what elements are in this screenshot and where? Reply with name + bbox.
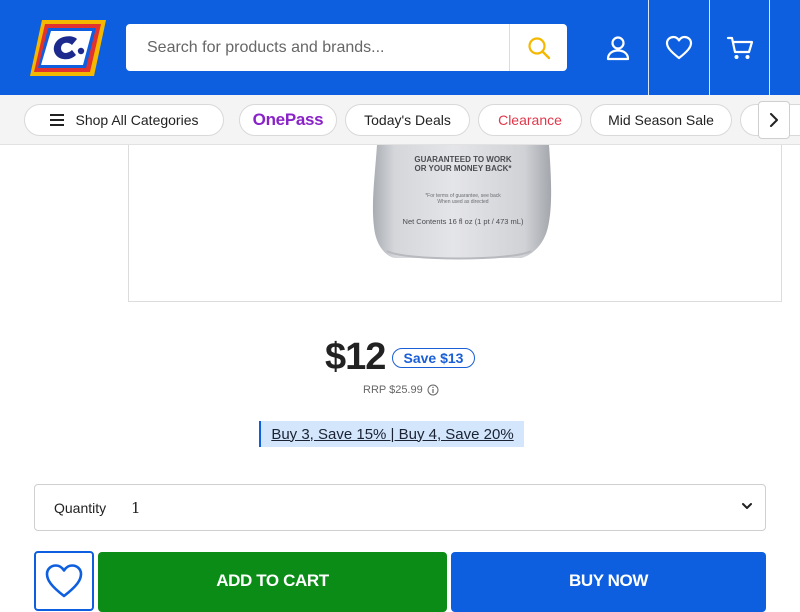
product-price: $12 <box>325 336 386 378</box>
save-badge: Save $13 <box>392 348 475 368</box>
cart-button[interactable] <box>710 0 769 95</box>
bottle-guarantee-1: GUARANTEED TO WORK <box>414 155 511 164</box>
nav-pill-mid-season-sale[interactable]: Mid Season Sale <box>590 104 732 136</box>
header-divider <box>769 0 770 95</box>
mid-season-sale-label: Mid Season Sale <box>608 112 714 128</box>
product-image: GUARANTEED TO WORK OR YOUR MONEY BACK* *… <box>372 145 552 260</box>
nav-next-button[interactable] <box>758 101 790 139</box>
search-button[interactable] <box>509 24 567 71</box>
shop-all-categories-button[interactable]: Shop All Categories <box>24 104 224 136</box>
heart-icon <box>665 35 693 59</box>
catch-logo-icon[interactable] <box>28 16 110 80</box>
category-nav: Shop All Categories OnePass Today's Deal… <box>0 95 800 145</box>
account-button[interactable] <box>588 0 648 95</box>
bottle-fine-2: When used as directed <box>437 199 488 205</box>
quantity-value: 1 <box>131 499 141 517</box>
buy-now-button[interactable]: BUY NOW <box>451 552 766 612</box>
onepass-label: OnePass <box>252 110 324 129</box>
menu-icon <box>49 114 64 126</box>
quantity-label: Quantity <box>54 500 107 516</box>
add-to-cart-button[interactable]: ADD TO CART <box>98 552 447 612</box>
chevron-down-icon <box>742 503 752 509</box>
add-to-wishlist-button[interactable] <box>34 551 94 611</box>
site-header <box>0 0 800 95</box>
multibuy-promo-link[interactable]: Buy 3, Save 15% | Buy 4, Save 20% <box>259 421 524 447</box>
bottle-guarantee-2: OR YOUR MONEY BACK* <box>414 164 512 173</box>
add-to-cart-label: ADD TO CART <box>216 571 329 590</box>
search-icon <box>527 36 550 59</box>
clearance-label: Clearance <box>498 112 562 128</box>
nav-pill-todays-deals[interactable]: Today's Deals <box>345 104 470 136</box>
search-input[interactable] <box>126 24 509 71</box>
heart-icon <box>45 564 83 598</box>
wishlist-button[interactable] <box>649 0 709 95</box>
chevron-right-icon <box>770 113 778 127</box>
user-icon <box>606 35 630 60</box>
nav-pill-onepass[interactable]: OnePass <box>239 104 337 136</box>
todays-deals-label: Today's Deals <box>364 112 451 128</box>
quantity-select[interactable]: Quantity 1 <box>34 484 766 531</box>
info-icon[interactable] <box>427 384 439 396</box>
cart-icon <box>726 36 753 59</box>
bottle-net-contents: Net Contents 16 fl oz (1 pt / 473 mL) <box>403 217 524 226</box>
nav-pill-clearance[interactable]: Clearance <box>478 104 582 136</box>
product-image-frame: GUARANTEED TO WORK OR YOUR MONEY BACK* *… <box>128 145 782 302</box>
search-bar <box>126 24 567 71</box>
rrp-price: RRP $25.99 <box>363 384 423 396</box>
shop-all-label: Shop All Categories <box>75 112 199 128</box>
buy-now-label: BUY NOW <box>568 571 649 590</box>
rrp-row: RRP $25.99 <box>363 384 439 396</box>
